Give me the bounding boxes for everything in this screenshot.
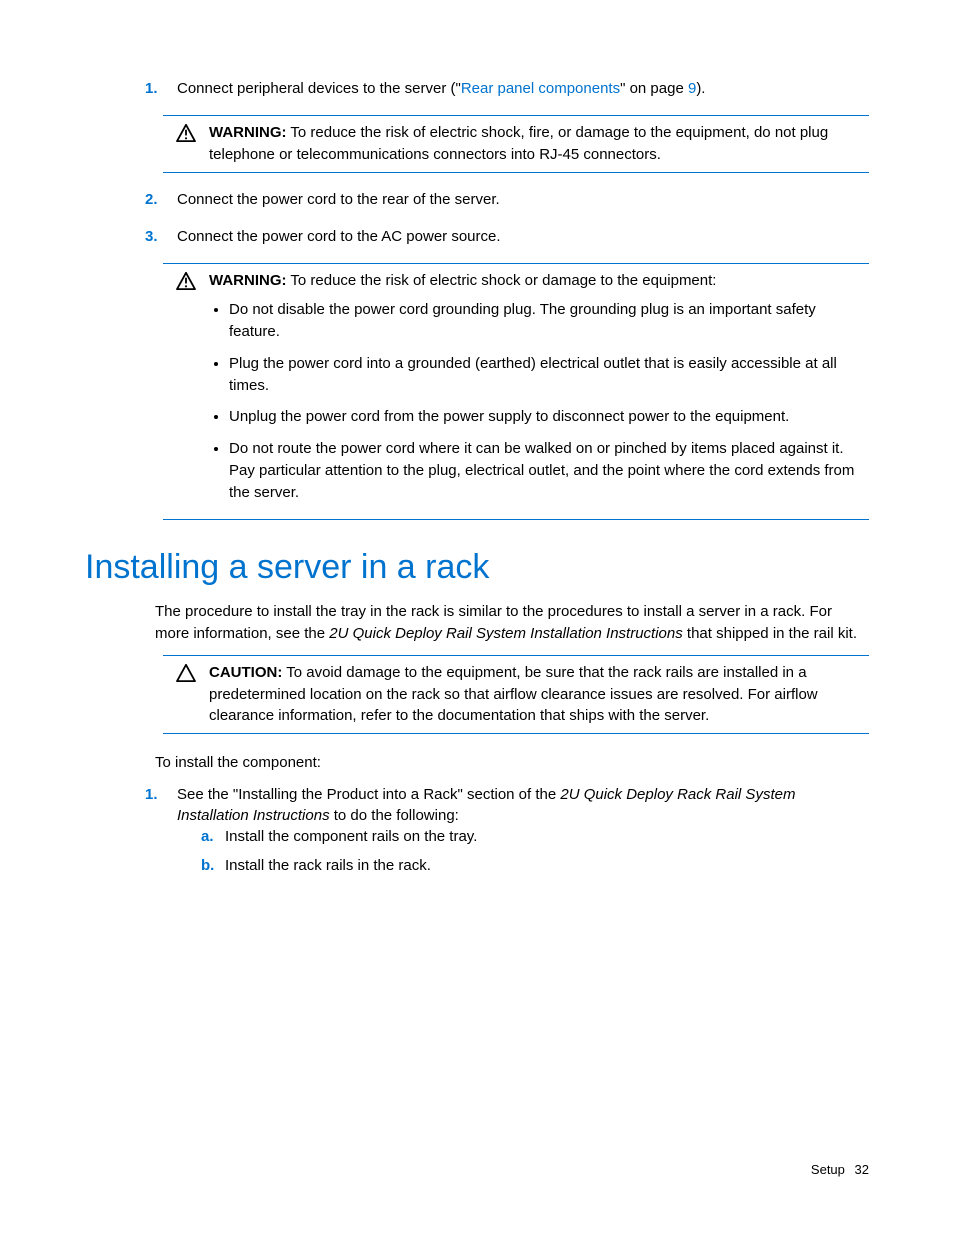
step-1: 1. Connect peripheral devices to the ser… [145,78,869,99]
warning-bullet: Plug the power cord into a grounded (ear… [229,353,869,397]
rear-panel-link[interactable]: Rear panel components [461,80,620,97]
substep-text: Install the rack rails in the rack. [225,855,431,876]
substep-text: Install the component rails on the tray. [225,826,477,847]
section-heading: Installing a server in a rack [85,548,869,587]
footer-section: Setup [811,1162,845,1177]
warning-label: WARNING: [209,124,287,141]
step-number: 3. [145,226,163,247]
step-2: 2. Connect the power cord to the rear of… [145,189,869,210]
warning-intro: To reduce the risk of electric shock or … [287,272,717,289]
substep-b: b. Install the rack rails in the rack. [201,855,869,876]
warning-bullet: Do not route the power cord where it can… [229,438,869,503]
intro-paragraph: The procedure to install the tray in the… [155,601,869,645]
warning-icon [163,122,209,166]
caution-callout: CAUTION: To avoid damage to the equipmen… [163,655,869,734]
warning-icon [163,270,209,514]
caution-label: CAUTION: [209,664,282,681]
warning-bullet-list: Do not disable the power cord grounding … [229,299,869,503]
step-3: 3. Connect the power cord to the AC powe… [145,226,869,247]
footer-page-number: 32 [855,1162,869,1177]
step-text: Connect peripheral devices to the server… [177,78,869,99]
warning-bullet: Unplug the power cord from the power sup… [229,406,869,428]
substep-letter: a. [201,826,219,847]
warning-callout-1: WARNING: To reduce the risk of electric … [163,115,869,173]
step-number: 2. [145,189,163,210]
doc-title-italic: 2U Quick Deploy Rail System Installation… [329,625,682,642]
warning-callout-2: WARNING: To reduce the risk of electric … [163,263,869,521]
substep-a: a. Install the component rails on the tr… [201,826,869,847]
step-number: 1. [145,78,163,99]
caution-icon [163,662,209,727]
warning-label: WARNING: [209,272,287,289]
caution-text: To avoid damage to the equipment, be sur… [209,664,818,725]
substep-letter: b. [201,855,219,876]
step-text: Connect the power cord to the rear of th… [177,189,869,210]
step-number: 1. [145,784,163,805]
document-page: 1. Connect peripheral devices to the ser… [0,0,954,1235]
install-step-1: 1. See the "Installing the Product into … [145,784,869,884]
step-text: See the "Installing the Product into a R… [177,784,869,884]
warning-text: To reduce the risk of electric shock, fi… [209,124,828,163]
substeps: a. Install the component rails on the tr… [201,826,869,876]
install-lead: To install the component: [155,752,869,774]
warning-bullet: Do not disable the power cord grounding … [229,299,869,343]
page-footer: Setup 32 [811,1162,869,1177]
step-text: Connect the power cord to the AC power s… [177,226,869,247]
